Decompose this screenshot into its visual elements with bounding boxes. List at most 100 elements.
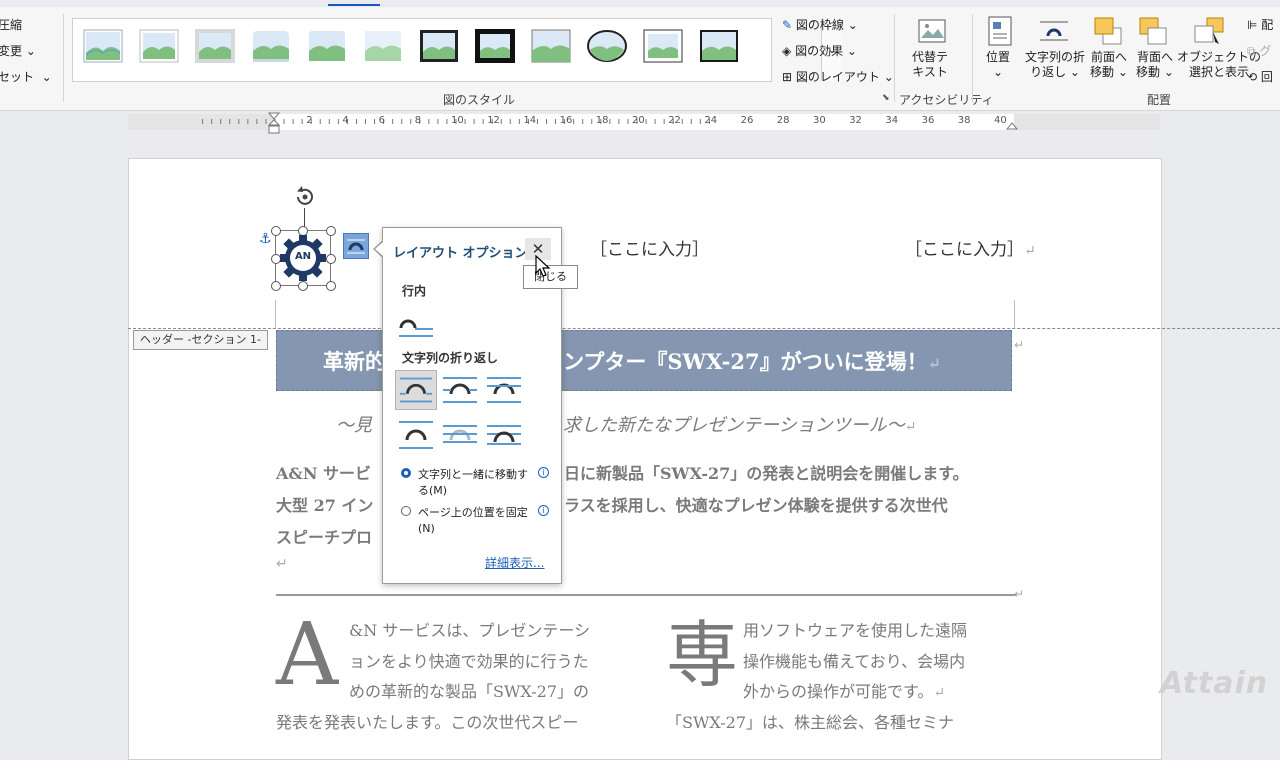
style-thumb-12[interactable] [699,29,739,63]
picture-border-button[interactable]: ✎ 図の枠線 ⌄ [782,16,858,33]
picture-styles-gallery[interactable]: ⌄ [72,18,842,82]
info-icon[interactable]: i [538,505,549,516]
option-fix-position-label[interactable]: ページ上の位置を固定 (N) [418,505,528,537]
wrap-through-icon[interactable] [483,370,525,410]
col1-line: ョンをより快適で効果的に行うた [349,652,589,671]
group-button[interactable]: ⧉ グ [1247,42,1271,59]
alt-text-icon[interactable] [917,18,949,48]
position-icon[interactable] [987,16,1013,46]
col1-line: めの革新的な製品「SWX-27」の [349,682,589,701]
style-thumb-5[interactable] [307,29,347,63]
selection-pane-icon[interactable] [1193,16,1225,46]
wrap-in-front-icon[interactable] [483,414,525,454]
ruler-number: 18 [595,115,609,126]
ruler-number: 22 [668,115,681,126]
ruler-number: 30 [813,115,826,126]
ruler-number: 10 [451,115,464,126]
ruler-number: 8 [414,115,422,126]
bring-forward-button[interactable]: 前面へ 移動 ⌄ [1090,50,1128,80]
layout-options-button[interactable] [343,233,369,259]
option-move-with-text-label[interactable]: 文字列と一緒に移動す る(M) [418,467,528,499]
wrap-text-icon[interactable] [1038,18,1070,44]
info-icon[interactable]: i [538,467,549,478]
popup-pointer-inner [375,241,384,257]
drop-cap-sen: 専 [666,613,739,697]
rotate-handle-icon[interactable] [293,185,317,209]
col1-line: &N サービスは、プレゼンテーシ [349,621,591,640]
see-more-link[interactable]: 詳細表示... [485,554,544,571]
radio-fix-position[interactable] [401,506,411,516]
anchor-icon[interactable]: ⚓ [259,231,272,247]
style-thumb-10[interactable] [587,29,627,63]
layout-icon: ⊞ [782,70,793,84]
resize-handle[interactable] [326,281,336,291]
rotate-button[interactable]: ⟲ 回 [1247,68,1273,85]
paragraph-mark: ↵ [1014,338,1025,352]
ruler-number: 4 [342,115,349,126]
ruler-number: 6 [378,115,385,126]
wrap-inline-icon[interactable] [395,304,437,344]
right-indent-marker-icon[interactable] [1006,118,1018,130]
wrap-behind-text-icon[interactable] [439,414,481,454]
picture-effects-button[interactable]: ◈ 図の効果 ⌄ [782,42,857,59]
align-button[interactable]: ⊫ 配 [1247,16,1273,33]
body-line-1-right: 日に新製品「SWX-27」の発表と説明会を開催します。 [564,464,969,483]
dialog-launcher-icon[interactable]: ⬊ [882,93,890,103]
body-line-2-left: 大型 27 イン [276,496,374,515]
paragraph-mark: ↵ [276,556,288,572]
section-label-inline: 行内 [402,284,427,298]
subtitle-right: 求した新たなプレゼンテーションツール～↵ [563,415,917,436]
ruler-number: 14 [523,115,537,126]
body-line-1-left: A&N サービ [276,464,372,483]
send-backward-button[interactable]: 背面へ 移動 ⌄ [1136,50,1174,80]
resize-handle[interactable] [298,281,308,291]
radio-move-with-text[interactable] [401,468,411,478]
style-thumb-9[interactable] [531,29,571,63]
group-separator [894,14,895,102]
ruler-number: 38 [957,115,971,126]
wrap-square-icon[interactable] [395,370,437,410]
bring-forward-icon[interactable] [1093,16,1123,46]
style-thumb-7[interactable] [419,29,459,63]
change-picture-button[interactable]: 変更 ⌄ [0,42,36,59]
ruler-number: 34 [885,115,899,126]
subtitle-left: ～見 [336,415,372,436]
style-thumb-8[interactable] [475,29,515,63]
ribbon-tab-strip [0,0,1280,7]
picture-layout-button[interactable]: ⊞ 図のレイアウト ⌄ [782,68,894,85]
style-thumb-6[interactable] [363,29,403,63]
body-line-3-left: スピーチプロ [276,528,373,547]
header-boundary-line [128,328,1280,329]
col1-line: 発表を発表いたします。この次世代スピー [276,713,579,732]
ruler-number: 32 [849,115,862,126]
style-thumb-11[interactable] [643,29,683,63]
resize-handle[interactable] [326,254,336,264]
resize-handle[interactable] [271,281,281,291]
header-placeholder-right[interactable]: ［ここに入力］↵ [905,235,1036,260]
resize-handle[interactable] [326,226,336,236]
header-placeholder-center[interactable]: ［ここに入力］ [590,235,709,260]
style-thumb-3[interactable] [195,29,235,63]
ruler-number: 36 [921,115,935,126]
margin-mark [275,300,276,328]
alt-text-button[interactable]: 代替テ キスト [912,50,948,80]
style-thumb-1[interactable] [83,29,123,63]
ruler-number: 24 [704,115,718,126]
margin-mark [1014,300,1015,328]
compress-pictures-button[interactable]: 圧縮 [0,16,22,33]
reset-picture-button[interactable]: セット ⌄ [0,68,52,85]
effects-icon: ◈ [782,44,792,58]
wrap-tight-icon[interactable] [439,370,481,410]
header-section-tag: ヘッダー -セクション 1- [133,330,268,350]
style-thumb-2[interactable] [139,29,179,63]
indent-marker-icon[interactable] [267,112,281,136]
group-label-picture-styles: 図のスタイル [443,93,516,107]
style-thumb-4[interactable] [251,29,291,63]
col2-line: 「SWX-27」は、株主総会、各種セミナ [666,713,954,732]
send-backward-icon[interactable] [1138,16,1168,46]
position-button[interactable]: 位置 ⌄ [986,50,1010,80]
ruler-number: 20 [632,115,645,126]
wrap-text-button[interactable]: 文字列の折 り返し ⌄ [1025,50,1085,80]
ruler-number: 28 [776,115,790,126]
wrap-top-bottom-icon[interactable] [395,414,437,454]
